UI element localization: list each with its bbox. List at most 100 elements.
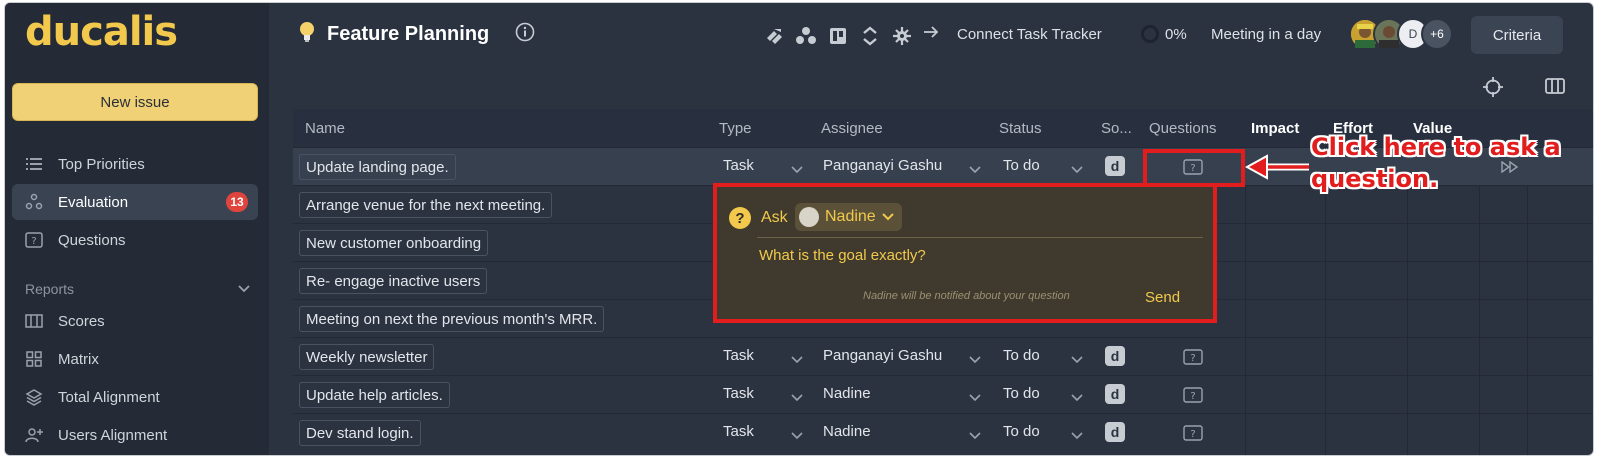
avatar-group[interactable]: D +6 [1349,18,1453,50]
source-icon: d [1105,422,1125,442]
info-icon[interactable] [515,22,535,47]
status-select[interactable]: To do [1003,347,1040,364]
source-icon: d [1105,156,1125,176]
issue-name[interactable]: Weekly newsletter [299,344,435,370]
reports-section-label: Reports [25,281,75,297]
status-select[interactable]: To do [1003,423,1040,440]
evaluation-icon [24,192,44,212]
column-header-impact[interactable]: Impact [1251,120,1299,137]
chevron-down-icon[interactable] [1071,351,1083,369]
sidebar-item-total-alignment[interactable]: Total Alignment [12,379,258,415]
ask-question-icon[interactable]: ? [1183,387,1203,408]
sidebar-item-label: Top Priorities [58,155,145,173]
crosshair-icon[interactable] [1483,77,1503,102]
chevron-down-icon [881,208,894,226]
sidebar-item-matrix[interactable]: Matrix [12,341,258,377]
chevron-down-icon[interactable] [1071,161,1083,179]
issue-name[interactable]: Arrange venue for the next meeting. [299,192,553,218]
settings-icon[interactable] [891,25,913,47]
table-row[interactable]: Update help articles. Task Nadine To do … [293,375,1593,413]
chevron-down-icon[interactable] [791,161,803,179]
integration-dots-icon[interactable] [795,25,817,47]
table-row[interactable]: Dev stand login. Task Nadine To do d ? [293,413,1593,451]
type-select[interactable]: Task [723,157,754,174]
connect-label: Connect Task Tracker [957,25,1102,43]
send-button[interactable]: Send [1145,289,1180,306]
new-issue-button[interactable]: New issue [12,83,258,121]
arrow-left-icon [1244,153,1311,186]
app-window: ducalis New issue Top Priorities Evaluat… [4,2,1594,456]
notify-hint: Nadine will be notified about your quest… [863,290,1070,302]
sort-icon[interactable] [859,25,881,47]
status-select[interactable]: To do [1003,385,1040,402]
assignee-select[interactable]: Nadine [823,423,871,440]
chevron-down-icon[interactable] [791,389,803,407]
column-header-questions[interactable]: Questions [1149,120,1217,137]
column-header-type[interactable]: Type [719,120,752,137]
matrix-icon [24,349,44,369]
type-select[interactable]: Task [723,347,754,364]
column-header-source[interactable]: So... [1101,120,1132,137]
assignee-select[interactable]: Panganayi Gashu [823,347,942,364]
meeting-status[interactable]: Meeting in a day [1211,26,1321,43]
ask-question-icon[interactable]: ? [1183,425,1203,446]
layers-icon [24,387,44,407]
assignee-select[interactable]: Panganayi Gashu [823,157,942,174]
chevron-down-icon[interactable] [969,351,981,369]
question-box-icon: ? [24,230,44,250]
column-header-name[interactable]: Name [305,120,345,137]
issue-name[interactable]: New customer onboarding [299,230,489,256]
list-icon [24,154,44,174]
header: Feature Planning Connect Task Tracker 0%… [269,3,1593,97]
type-select[interactable]: Task [723,423,754,440]
progress-value: 0% [1165,25,1187,43]
type-select[interactable]: Task [723,385,754,402]
issue-name[interactable]: Dev stand login. [299,420,421,446]
jira-icon[interactable] [763,25,785,47]
connect-task-tracker-button[interactable]: Connect Task Tracker [923,25,1102,43]
column-header-assignee[interactable]: Assignee [821,120,883,137]
sidebar-item-questions[interactable]: ? Questions [12,222,258,258]
sidebar-item-label: Evaluation [58,193,129,211]
column-header-status[interactable]: Status [999,120,1042,137]
svg-text:?: ? [1190,353,1195,364]
trello-icon[interactable] [827,25,849,47]
criteria-button[interactable]: Criteria [1471,16,1563,54]
scores-icon [24,311,44,331]
sidebar-item-users-alignment[interactable]: Users Alignment [12,417,258,453]
issue-name[interactable]: Update help articles. [299,382,450,408]
sidebar-item-scores[interactable]: Scores [12,303,258,339]
svg-text:?: ? [1190,391,1195,402]
lightbulb-icon [299,21,315,48]
chevron-down-icon[interactable] [1071,389,1083,407]
columns-icon[interactable] [1545,77,1565,100]
logo: ducalis [25,9,178,55]
chevron-down-icon[interactable] [969,161,981,179]
sidebar: ducalis New issue Top Priorities Evaluat… [5,3,269,455]
svg-text:?: ? [31,236,36,247]
ask-question-icon[interactable]: ? [1183,349,1203,370]
status-select[interactable]: To do [1003,157,1040,174]
assignee-select[interactable]: Nadine [823,385,871,402]
divider [757,237,1203,238]
chevron-down-icon[interactable] [969,389,981,407]
sidebar-item-label: Users Alignment [58,426,168,444]
table-row[interactable]: Weekly newsletter Task Panganayi Gashu T… [293,337,1593,375]
recipient-select[interactable]: Nadine [795,203,902,231]
chevron-down-icon[interactable] [237,281,251,299]
issue-name[interactable]: Meeting on next the previous month's MRR… [299,306,605,332]
count-badge: 13 [226,192,248,212]
avatar [799,207,819,227]
issue-name[interactable]: Update landing page. [299,154,456,180]
sidebar-item-label: Scores [58,312,105,330]
sidebar-item-top-priorities[interactable]: Top Priorities [12,146,258,182]
chevron-down-icon[interactable] [791,351,803,369]
question-input[interactable]: What is the goal exactly? [759,247,926,264]
progress-indicator: 0% [1141,25,1187,43]
sidebar-item-evaluation[interactable]: Evaluation 13 [12,184,258,220]
issue-name[interactable]: Re- engage inactive users [299,268,488,294]
chevron-down-icon[interactable] [1071,427,1083,445]
chevron-down-icon[interactable] [969,427,981,445]
recipient-name: Nadine [825,208,876,225]
chevron-down-icon[interactable] [791,427,803,445]
